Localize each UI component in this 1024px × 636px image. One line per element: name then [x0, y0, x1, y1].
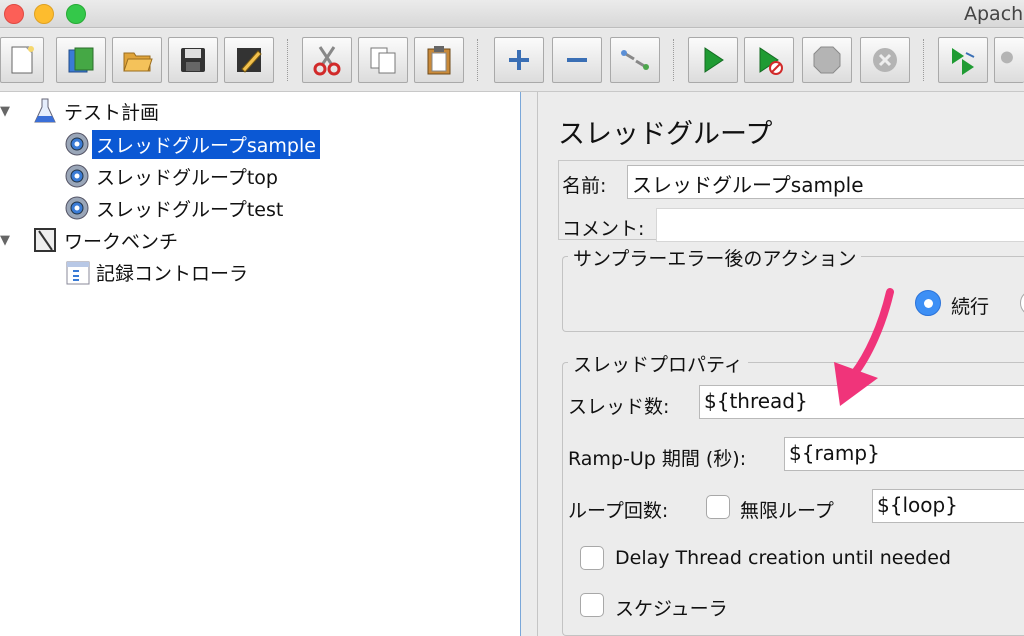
new-icon [11, 46, 34, 74]
stop-icon [813, 46, 841, 74]
paste-icon [427, 46, 451, 75]
tree-item-label: ワークベンチ [64, 230, 179, 253]
collapse-all-button[interactable] [552, 37, 602, 83]
comment-input[interactable] [656, 208, 1024, 242]
tree-item-recording-controller[interactable]: 記録コントローラ [62, 257, 252, 287]
recorder-icon [62, 257, 92, 287]
expand-arrow-icon[interactable]: ▼ [0, 104, 16, 119]
start-icon [704, 47, 724, 73]
edit-icon [237, 48, 262, 73]
minimize-window-button[interactable] [34, 4, 54, 24]
rampup-input[interactable]: ${ramp} [784, 437, 1024, 471]
open-button[interactable] [112, 37, 162, 83]
cut-button[interactable] [302, 37, 352, 83]
gear-icon [62, 161, 92, 191]
name-label: 名前: [562, 175, 607, 197]
name-input[interactable]: スレッドグループsample [627, 165, 1024, 199]
stop-button[interactable] [802, 37, 852, 83]
expand-all-button[interactable] [494, 37, 544, 83]
open-icon [123, 52, 153, 72]
paste-button[interactable] [414, 37, 464, 83]
save-button[interactable] [168, 37, 218, 83]
shutdown-icon [873, 48, 897, 72]
toggle-icon [621, 50, 649, 70]
templates-button[interactable] [56, 37, 106, 83]
scheduler-checkbox[interactable] [580, 593, 604, 617]
expand-icon [509, 50, 529, 70]
gear-icon [62, 129, 92, 159]
remote-stop-icon [1000, 51, 1013, 64]
close-window-button[interactable] [4, 4, 24, 24]
tree-item-label: テスト計画 [64, 101, 160, 124]
copy-button[interactable] [358, 37, 408, 83]
tree-item-label: スレッドグループsample [92, 129, 320, 159]
workbench-icon [30, 225, 60, 255]
new-button[interactable] [0, 37, 44, 83]
sampler-error-legend: サンプラーエラー後のアクション [568, 244, 862, 271]
gear-icon [62, 193, 92, 223]
toolbar [0, 29, 1024, 92]
delay-thread-label: Delay Thread creation until needed [615, 547, 951, 569]
window-title: Apach [964, 3, 1024, 25]
remote-start-button[interactable] [938, 37, 988, 83]
annotation-arrow-icon [834, 288, 894, 406]
tree-item-thread-group-test[interactable]: スレッドグループtest [62, 193, 287, 223]
delay-thread-checkbox[interactable] [580, 546, 604, 570]
cut-icon [313, 46, 341, 76]
continue-radio-label: 続行 [951, 296, 990, 318]
tree-item-label: スレッドグループtop [96, 166, 278, 189]
rampup-label: Ramp-Up 期間 (秒): [568, 448, 747, 470]
test-plan-tree: ▼ テスト計画 スレッドグループsample スレッドグループtop スレッドグ… [0, 92, 521, 636]
shutdown-button[interactable] [860, 37, 910, 83]
tree-item-workbench[interactable]: ▼ ワークベンチ [0, 225, 182, 255]
tree-item-label: スレッドグループtest [96, 198, 284, 221]
templates-icon [68, 47, 94, 73]
collapse-icon [567, 58, 587, 62]
tree-item-label: 記録コントローラ [96, 262, 249, 285]
loop-count-input[interactable]: ${loop} [872, 489, 1024, 523]
infinite-loop-label: 無限ループ [740, 500, 834, 522]
comment-label: コメント: [562, 218, 645, 240]
tree-item-test-plan[interactable]: ▼ テスト計画 [0, 96, 163, 126]
thread-properties-legend: スレッドプロパティ [568, 350, 748, 377]
toolbar-separator [923, 39, 924, 81]
infinite-loop-checkbox[interactable] [706, 495, 730, 519]
scheduler-label: スケジューラ [615, 598, 728, 620]
tree-item-thread-group-top[interactable]: スレッドグループtop [62, 161, 282, 191]
continue-radio[interactable] [915, 290, 941, 316]
tree-item-thread-group-sample[interactable]: スレッドグループsample [62, 129, 320, 159]
toolbar-separator [673, 39, 674, 81]
thread-count-label: スレッド数: [568, 396, 670, 418]
zoom-window-button[interactable] [66, 4, 86, 24]
toggle-button[interactable] [610, 37, 660, 83]
edit-button[interactable] [224, 37, 274, 83]
toolbar-separator [477, 39, 478, 81]
title-bar: Apach [0, 0, 1024, 28]
remote-stop-button[interactable] [994, 37, 1024, 83]
start-no-pause-button[interactable] [744, 37, 794, 83]
save-icon [181, 48, 205, 72]
start-no-pause-icon [759, 47, 783, 75]
expand-arrow-icon[interactable]: ▼ [0, 233, 16, 248]
loop-count-label: ループ回数: [568, 500, 669, 522]
flask-icon [30, 96, 60, 126]
remote-start-icon [952, 48, 975, 75]
page-title: スレッドグループ [558, 119, 773, 150]
start-button[interactable] [688, 37, 738, 83]
toolbar-separator [287, 39, 288, 81]
copy-icon [370, 47, 396, 74]
